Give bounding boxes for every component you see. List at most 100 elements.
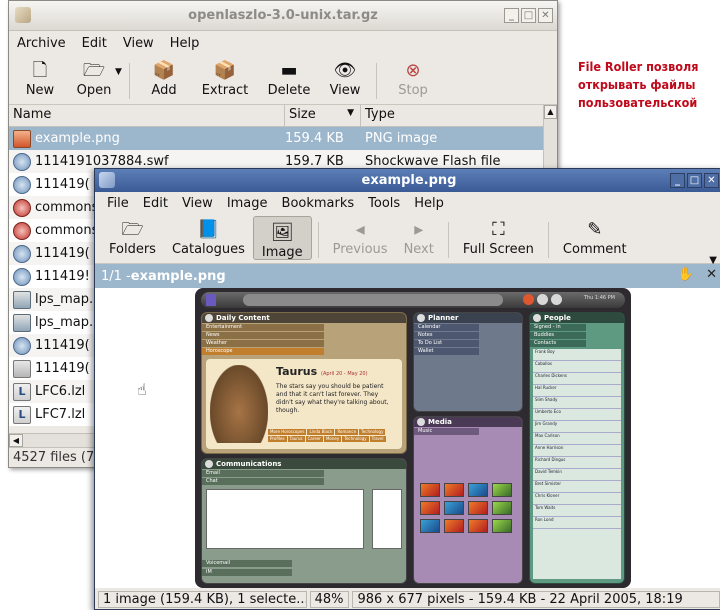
catalogues-button[interactable]: 📘 Catalogues [164,214,253,257]
menu-tools[interactable]: Tools [368,196,400,211]
mockup-search-pill [243,294,503,306]
menu-help[interactable]: Help [170,36,200,51]
image-viewer-titlebar[interactable]: example.png _ □ ✕ [95,169,720,192]
person-item: Jim Grandy [533,421,621,433]
file-type: Shockwave Flash file [365,154,501,169]
daily-tab: News [202,332,325,339]
column-type[interactable]: Type [361,105,541,127]
person-item: David Temkin [533,469,621,481]
image-filename: example.png [130,268,226,284]
file-roller-titlebar[interactable]: openlaszlo-3.0-unix.tar.gz _ □ ✕ [9,1,557,31]
menu-help[interactable]: Help [414,196,444,211]
menu-edit[interactable]: Edit [143,196,168,211]
maximize-icon[interactable]: □ [687,173,702,188]
comm-footer-tab: Voicemail [202,560,292,567]
comment-button[interactable]: ✎ Comment [555,214,635,257]
extract-icon: 📦 [213,60,237,81]
article-caption: File Roller позволя открывать файлы поль… [578,58,720,112]
delete-label: Delete [267,83,311,98]
catalogue-book-icon: 📘 [197,219,220,240]
previous-button[interactable]: ◂ Previous [325,214,396,257]
person-item: Caballos [533,361,621,373]
image-viewer-window: example.png _ □ ✕ File Edit View Image B… [94,168,720,610]
fullscreen-icon: ⛶ [492,219,505,240]
close-icon[interactable]: ✕ [538,8,553,23]
folders-button[interactable]: 🗁 Folders [101,214,164,257]
horoscope-link: Technology [359,429,386,435]
map-file-icon [13,290,31,309]
file-roller-toolbar: 🗋 New 🗁 Open ▼ 📦 Add 📦 Extract ▬ Delete … [9,55,557,105]
column-size[interactable]: Size ▼ [285,105,361,127]
file-type: PNG image [365,131,438,146]
add-label: Add [151,83,177,98]
pan-cursor-icon: ☝ [137,380,147,399]
person-item: Max Carlson [533,433,621,445]
menu-file[interactable]: File [107,196,129,211]
file-roller-title: openlaszlo-3.0-unix.tar.gz [188,8,378,23]
file-list-header: Name Size ▼ Type [9,105,557,127]
extract-button[interactable]: 📦 Extract [192,55,258,98]
chevron-down-icon[interactable]: ▼ [115,67,122,77]
menu-edit[interactable]: Edit [82,36,107,51]
image-canvas[interactable]: ☝ Thu 1:46 PM Daily Content Entertainmen… [95,288,720,588]
toolbar-separator [376,63,377,99]
stop-button[interactable]: ⊗ Stop [383,55,443,98]
file-roller-menubar: Archive Edit View Help [9,31,557,55]
open-label: Open [76,83,112,98]
status-zoom: 48% [309,591,350,608]
file-size: 159.4 KB [285,131,344,146]
menu-view[interactable]: View [182,196,213,211]
horoscope-body: Taurus (April 20 - May 20) The stars say… [206,359,402,449]
person-item: Bret Simister [533,481,621,493]
media-panel: Media Music [413,416,523,584]
open-button[interactable]: 🗁 Open ▼ [65,55,123,98]
horoscope-sign: Taurus (April 20 - May 20) [276,365,368,378]
person-item: Charles Dickens [533,373,621,385]
file-name: LFC7.lzl [35,407,86,422]
scroll-up-arrow-icon[interactable]: ▲ [544,105,557,119]
comm-tab: Chat [202,478,325,485]
status-image-details: 986 x 677 pixels - 159.4 KB - 22 April 2… [352,591,720,608]
column-name[interactable]: Name [9,105,285,127]
folder-open-icon: 🗁 [82,60,106,81]
caption-line: открывать файлы [578,77,696,92]
hand-tool-icon[interactable]: ✋ [678,267,694,282]
next-button[interactable]: ▸ Next [396,214,442,257]
view-button[interactable]: 👁 View [320,55,370,98]
comment-label: Comment [562,242,627,257]
menu-bookmarks[interactable]: Bookmarks [282,196,355,211]
close-icon[interactable]: ✕ [704,173,719,188]
file-name: 1114191037884.swf [35,154,169,169]
horoscope-link: Linda Black [307,429,335,435]
swf-file-icon [13,244,31,263]
maximize-icon[interactable]: □ [521,8,536,23]
image-viewer-title: example.png [361,173,457,188]
close-image-icon[interactable]: ✕ [706,267,717,282]
viewer-app-icon [99,172,115,188]
horoscope-text: The stars say you should be patient and … [276,383,389,414]
new-button[interactable]: 🗋 New [15,55,65,98]
menu-view[interactable]: View [123,36,154,51]
minimize-icon[interactable]: _ [504,8,519,23]
delete-button[interactable]: ▬ Delete [258,55,320,98]
file-row[interactable]: example.png 159.4 KB PNG image [9,127,557,150]
comment-pencil-icon: ✎ [587,219,603,240]
previous-arrow-icon: ◂ [355,219,365,240]
file-name: lps_map. [35,315,94,330]
planner-tab: Calendar [414,324,479,331]
daily-tab: Entertainment [202,324,325,331]
menu-archive[interactable]: Archive [17,36,66,51]
add-button[interactable]: 📦 Add [136,55,192,98]
person-item: Anne Harrison [533,445,621,457]
horoscope-link: Travel [369,436,386,442]
minimize-icon[interactable]: _ [670,173,685,188]
fullscreen-button[interactable]: ⛶ Full Screen [455,214,542,257]
caption-line: File Roller позволя [578,59,699,74]
horoscope-links: More Horoscopes Linda Black Romance Technol… [268,429,398,443]
image-button[interactable]: 🖼 Image [252,216,312,260]
horoscope-link: More Horoscopes [268,429,307,435]
scroll-left-arrow-icon[interactable]: ◀ [9,434,23,447]
person-item: Chris Kloner [533,493,621,505]
folders-label: Folders [109,242,156,257]
menu-image[interactable]: Image [227,196,268,211]
